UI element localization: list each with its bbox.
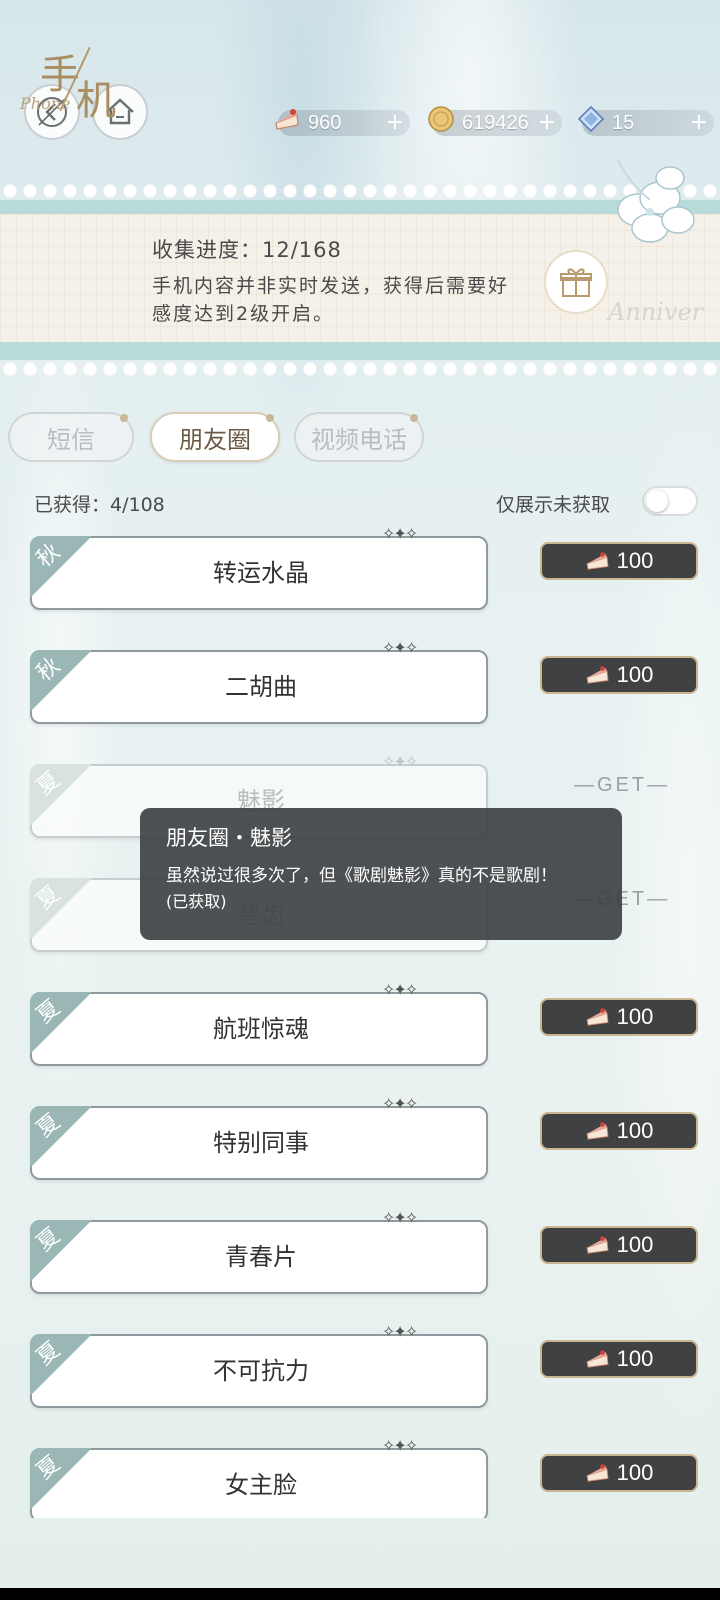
collection-progress: 收集进度：12/168 [152,238,342,262]
tab-sms-label: 短信 [47,425,95,454]
coin-count: 619426 [462,112,529,134]
moment-title: 不可抗力 [213,1357,309,1385]
only-unobtained-label: 仅展示未获取 [496,494,611,516]
tab-sms-dot [120,414,128,422]
unlock-price: 100 [616,1232,654,1257]
toggle-knob [646,490,668,512]
moment-title: 二胡曲 [225,673,297,701]
cake-icon [586,552,609,570]
tooltip-text: 虽然说过很多次了，但《歌剧魅影》真的不是歌剧！ [166,866,557,886]
unlock-button[interactable]: 100 [540,1112,698,1150]
gem-count: 15 [612,112,635,134]
list-item: 夏 ✧✦✧ 女主脸 100 [0,1432,720,1518]
logo-char-2: 机 [76,78,116,124]
cake-resource[interactable]: 960 + [275,109,410,136]
flower-decoration-icon [617,159,695,243]
unlock-price: 100 [616,1118,654,1143]
unlock-price: 100 [616,662,654,687]
unlock-button[interactable]: 100 [540,656,698,694]
diamond-icon [576,104,606,134]
tooltip-status: (已获取) [166,892,227,911]
cake-icon [586,1236,609,1254]
cake-count: 960 [308,112,342,134]
lace-decoration-bottom [0,356,720,382]
moment-title: 航班惊魂 [213,1015,309,1043]
list-item: 夏 ✧✦✧ 不可抗力 100 [0,1318,720,1434]
moment-tooltip: 朋友圈・魅影 虽然说过很多次了，但《歌剧魅影》真的不是歌剧！ (已获取) [140,808,622,940]
moment-title: 特别同事 [213,1129,309,1157]
unlock-price: 100 [616,1004,654,1029]
unlock-button[interactable]: 100 [540,542,698,580]
unlock-price: 100 [616,548,654,573]
moments-list[interactable]: 秋 ✧✦✧ 转运水晶 100 秋 ✧✦✧ 二胡曲 100 夏 ✧✦✧ 魅影 —G… [0,520,720,1518]
logo-char-1: 手 [40,52,80,98]
moment-card[interactable]: 夏 ✧✦✧ 青春片 [30,1208,488,1294]
tab-sms[interactable]: 短信 [8,412,134,462]
moment-title: 转运水晶 [213,559,309,587]
moment-card[interactable]: 夏 ✧✦✧ 特别同事 [30,1094,488,1180]
collection-description: 手机内容并非实时发送，获得后需要好感度达到2级开启。 [152,275,510,325]
list-item: 夏 ✧✦✧ 航班惊魂 100 [0,976,720,1092]
list-item: 秋 ✧✦✧ 二胡曲 100 [0,634,720,750]
anniversary-watermark: Anniver [608,298,704,326]
tab-video-call-label: 视频电话 [311,425,407,454]
add-gem-button[interactable]: + [690,110,708,136]
gift-icon [560,268,592,297]
coin-icon [426,104,456,134]
unlock-price: 100 [616,1346,654,1371]
obtained-get-label: —GET— [574,774,671,796]
tab-video-call[interactable]: 视频电话 [294,412,424,462]
moment-card[interactable]: 夏 ✧✦✧ 女主脸 [30,1436,488,1518]
coin-resource[interactable]: 619426 + [428,106,562,136]
list-item: 夏 ✧✦✧ 特别同事 100 [0,1090,720,1206]
cake-icon [586,1464,609,1482]
tab-video-call-dot [410,414,418,422]
cake-icon [586,1122,609,1140]
unlock-button[interactable]: 100 [540,998,698,1036]
cake-icon [586,1350,609,1368]
moment-card[interactable]: 秋 ✧✦✧ 转运水晶 [30,524,488,610]
only-unobtained-toggle[interactable] [642,486,698,516]
moment-card[interactable]: 秋 ✧✦✧ 二胡曲 [30,638,488,724]
system-navigation-bar [0,1588,720,1600]
tab-moments-dot [266,414,274,422]
logo-script: Phone [20,94,71,113]
list-item: 秋 ✧✦✧ 转运水晶 100 [0,520,720,636]
obtained-count: 已获得：4/108 [34,494,165,516]
phone-logo: 手 机 Phone [18,34,128,124]
tab-moments-label: 朋友圈 [179,425,251,454]
gem-resource[interactable]: 15 + [577,105,714,136]
moment-title: 青春片 [225,1243,297,1271]
tab-moments[interactable]: 朋友圈 [150,412,280,462]
unlock-button[interactable]: 100 [540,1340,698,1378]
moment-title: 女主脸 [225,1471,297,1499]
cake-icon [272,104,302,134]
unlock-price: 100 [616,1460,654,1485]
moment-card[interactable]: 夏 ✧✦✧ 航班惊魂 [30,980,488,1066]
unlock-button[interactable]: 100 [540,1226,698,1264]
list-item: 夏 ✧✦✧ 青春片 100 [0,1204,720,1320]
add-coin-button[interactable]: + [538,110,556,136]
moment-card[interactable]: 夏 ✧✦✧ 不可抗力 [30,1322,488,1408]
cake-icon [586,1008,609,1026]
tooltip-title: 朋友圈・魅影 [166,826,292,850]
add-cake-button[interactable]: + [386,110,404,136]
cake-icon [586,666,609,684]
unlock-button[interactable]: 100 [540,1454,698,1492]
